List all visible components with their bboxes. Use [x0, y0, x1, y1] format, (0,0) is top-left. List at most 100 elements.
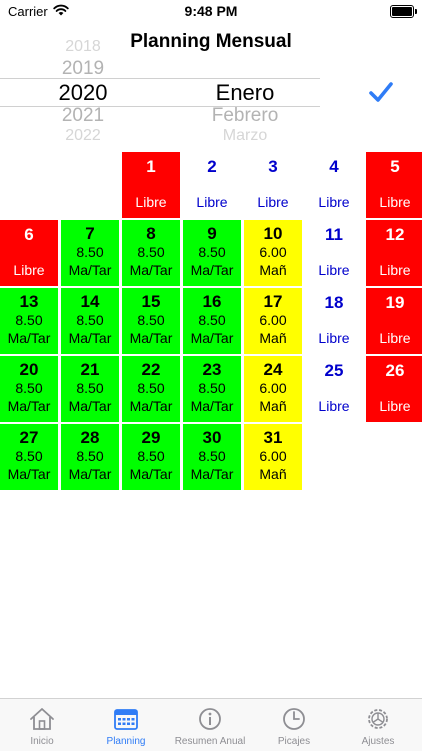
calendar-day-cell[interactable]: 29 8.50 Ma/Tar: [122, 424, 180, 490]
date-picker[interactable]: 2018 2019 2020 2021 2022 Enero Febrero M…: [0, 38, 320, 144]
calendar-day-cell[interactable]: 15 8.50 Ma/Tar: [122, 288, 180, 354]
battery-icon: [390, 5, 417, 18]
picker-year-option[interactable]: 2019: [40, 58, 126, 80]
info-icon: [199, 708, 221, 730]
day-number: 20: [19, 360, 39, 379]
day-number: 12: [385, 225, 405, 244]
checkmark-icon[interactable]: [368, 80, 394, 104]
calendar-day-cell[interactable]: 18 Libre: [305, 288, 363, 354]
tab-bar: Inicio Planning Resumen Anual Picajes Aj…: [0, 698, 422, 751]
calendar-day-cell[interactable]: 5 Libre: [366, 152, 422, 218]
day-hours: 8.50: [137, 312, 165, 328]
tab-inicio[interactable]: Inicio: [0, 699, 84, 751]
calendar-day-cell[interactable]: 19 Libre: [366, 288, 422, 354]
day-hours: 8.50: [15, 312, 43, 328]
day-shift: Ma/Tar: [190, 466, 234, 482]
calendar-day-cell[interactable]: 21 8.50 Ma/Tar: [61, 356, 119, 422]
calendar-day-cell[interactable]: 8 8.50 Ma/Tar: [122, 220, 180, 286]
gear-icon: [368, 709, 388, 729]
day-hours: 8.50: [76, 244, 104, 260]
calendar-day-cell[interactable]: 11 Libre: [305, 220, 363, 286]
calendar-day-cell[interactable]: 12 Libre: [366, 220, 422, 286]
status-time: 9:48 PM: [184, 3, 238, 19]
day-number: 10: [263, 224, 283, 243]
calendar-day-cell[interactable]: 31 6.00 Mañ: [244, 424, 302, 490]
day-number: 15: [141, 292, 161, 311]
calendar-day-cell[interactable]: 24 6.00 Mañ: [244, 356, 302, 422]
picker-year-option[interactable]: 2021: [40, 105, 126, 127]
day-shift: Libre: [318, 262, 350, 278]
tab-resumen-anual[interactable]: Resumen Anual: [168, 699, 252, 751]
picker-month-option[interactable]: Febrero: [175, 105, 315, 127]
day-number: 18: [324, 293, 344, 312]
calendar-day-cell[interactable]: 16 8.50 Ma/Tar: [183, 288, 241, 354]
calendar-day-cell[interactable]: 13 8.50 Ma/Tar: [0, 288, 58, 354]
day-shift: Ma/Tar: [7, 398, 51, 414]
day-number: 14: [80, 292, 100, 311]
day-hours: 8.50: [198, 448, 226, 464]
tab-planning[interactable]: Planning: [84, 699, 168, 751]
day-shift: Ma/Tar: [129, 262, 173, 278]
picker-year-option[interactable]: 2022: [40, 127, 126, 144]
day-hours: 8.50: [198, 312, 226, 328]
day-shift: Ma/Tar: [190, 398, 234, 414]
day-hours: 6.00: [259, 380, 287, 396]
calendar-day-cell[interactable]: 4 Libre: [305, 152, 363, 218]
calendar-day-cell[interactable]: 10 6.00 Mañ: [244, 220, 302, 286]
status-bar: Carrier 9:48 PM: [0, 0, 422, 24]
calendar-day-cell[interactable]: 25 Libre: [305, 356, 363, 422]
day-number: 23: [202, 360, 222, 379]
calendar-day-cell[interactable]: 6 Libre: [0, 220, 58, 286]
day-hours: 6.00: [259, 448, 287, 464]
calendar-grid: 1 Libre 2 Libre 3 Libre 4 Libre 5 Libre 6 Libre 7 8.5…: [0, 152, 422, 494]
calendar-day-cell[interactable]: 7 8.50 Ma/Tar: [61, 220, 119, 286]
day-number: 6: [24, 225, 34, 244]
day-number: 17: [263, 292, 283, 311]
day-number: 16: [202, 292, 222, 311]
day-number: 9: [207, 224, 217, 243]
calendar-day-cell[interactable]: 9 8.50 Ma/Tar: [183, 220, 241, 286]
day-shift: Ma/Tar: [190, 330, 234, 346]
calendar-day-cell[interactable]: 2 Libre: [183, 152, 241, 218]
day-shift: Libre: [379, 330, 411, 346]
picker-year-selected[interactable]: 2020: [40, 80, 126, 106]
day-number: 27: [19, 428, 39, 447]
day-hours: 8.50: [137, 380, 165, 396]
day-shift: Mañ: [259, 330, 287, 346]
picker-month-selected[interactable]: Enero: [175, 80, 315, 106]
tab-ajustes[interactable]: Ajustes: [336, 699, 420, 751]
calendar-day-cell[interactable]: 3 Libre: [244, 152, 302, 218]
calendar-day-cell[interactable]: 23 8.50 Ma/Tar: [183, 356, 241, 422]
day-number: 3: [268, 157, 278, 176]
calendar-day-cell[interactable]: 14 8.50 Ma/Tar: [61, 288, 119, 354]
calendar-day-cell[interactable]: 17 6.00 Mañ: [244, 288, 302, 354]
day-number: 19: [385, 293, 405, 312]
calendar-day-cell[interactable]: 1 Libre: [122, 152, 180, 218]
day-number: 30: [202, 428, 222, 447]
day-shift: Libre: [135, 194, 167, 210]
day-number: 21: [80, 360, 100, 379]
day-shift: Ma/Tar: [68, 398, 112, 414]
picker-month-option[interactable]: Marzo: [175, 127, 315, 144]
day-number: 2: [207, 157, 217, 176]
day-number: 24: [263, 360, 283, 379]
calendar-day-cell[interactable]: 26 Libre: [366, 356, 422, 422]
day-shift: Libre: [318, 398, 350, 414]
calendar-day-cell[interactable]: 30 8.50 Ma/Tar: [183, 424, 241, 490]
day-number: 31: [263, 428, 283, 447]
day-shift: Ma/Tar: [129, 398, 173, 414]
day-shift: Libre: [379, 262, 411, 278]
day-shift: Libre: [318, 330, 350, 346]
calendar-day-cell[interactable]: 27 8.50 Ma/Tar: [0, 424, 58, 490]
house-icon: [30, 708, 54, 730]
picker-year-option[interactable]: 2018: [40, 38, 126, 56]
tab-picajes[interactable]: Picajes: [252, 699, 336, 751]
day-number: 25: [324, 361, 344, 380]
calendar-day-cell[interactable]: 22 8.50 Ma/Tar: [122, 356, 180, 422]
day-hours: 8.50: [76, 448, 104, 464]
tab-label: Ajustes: [361, 736, 395, 747]
day-number: 7: [85, 224, 95, 243]
calendar-day-cell[interactable]: 28 8.50 Ma/Tar: [61, 424, 119, 490]
calendar-day-cell[interactable]: 20 8.50 Ma/Tar: [0, 356, 58, 422]
day-hours: 8.50: [198, 244, 226, 260]
